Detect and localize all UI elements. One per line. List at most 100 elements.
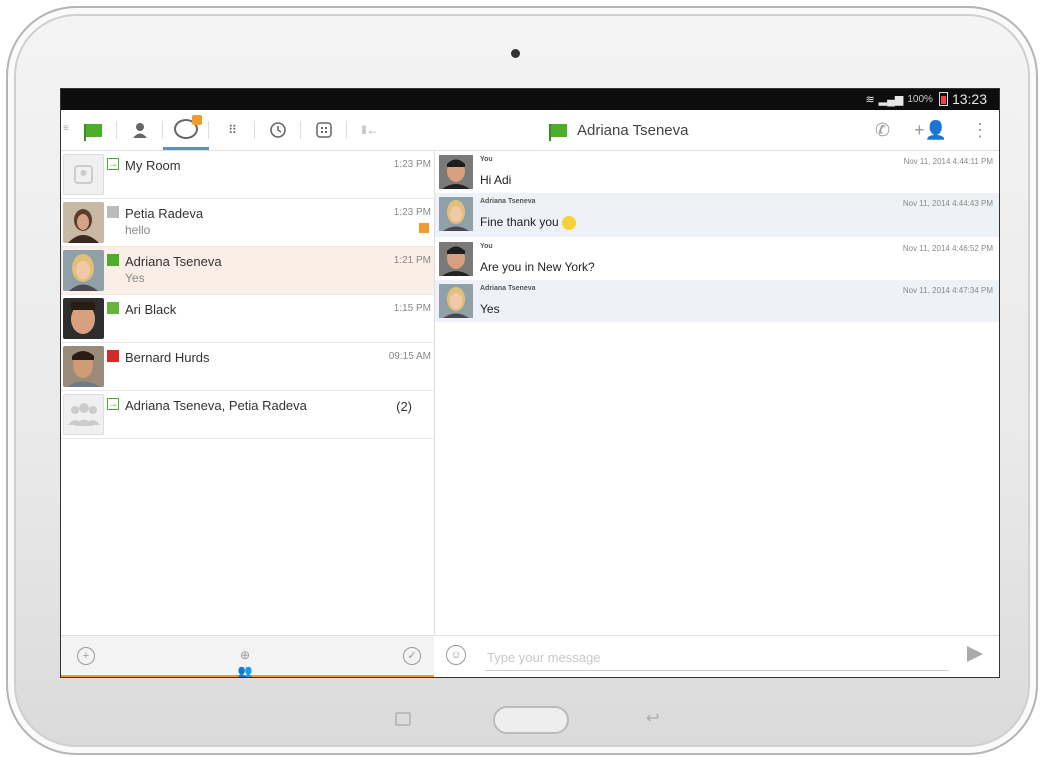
mark-read-icon[interactable]: ✓ <box>403 647 421 665</box>
conversation-preview: Yes <box>125 271 145 285</box>
conversation-name: Adriana Tseneva, Petia Radeva <box>125 398 307 413</box>
app-bar: ≡ ⠿ ‖← Adriana Tseneva ✆ +👤 ⋮ <box>61 110 999 151</box>
presence-flag-icon <box>549 123 567 141</box>
message-row: You Are you in New York? Nov 11, 2014 4:… <box>435 238 999 279</box>
directory-icon <box>316 122 332 138</box>
conversation-bernard-hurds[interactable]: Bernard Hurds 09:15 AM <box>61 343 434 391</box>
conversation-petia-radeva[interactable]: Petia Radeva hello 1:23 PM <box>61 199 434 247</box>
message-sender: You <box>480 156 493 163</box>
home-button[interactable] <box>493 706 569 734</box>
message-row: You Hi Adi Nov 11, 2014 4:44:11 PM <box>435 151 999 192</box>
call-icon[interactable]: ✆ <box>875 120 890 141</box>
enter-room-icon: → <box>107 398 119 410</box>
chat-header: Adriana Tseneva <box>549 110 689 150</box>
conversation-name: Ari Black <box>125 302 177 317</box>
message-text: Hi Adi <box>480 173 512 187</box>
signal-icon: ▂▄▆ <box>878 93 904 106</box>
message-time: Nov 11, 2014 4:44:43 PM <box>902 199 993 208</box>
battery-percent: 100% <box>907 93 933 105</box>
history-icon <box>270 122 286 138</box>
conversation-preview: hello <box>125 223 151 237</box>
recent-apps-icon[interactable] <box>395 712 411 726</box>
green-status-icon <box>107 302 119 314</box>
tab-directory[interactable] <box>301 110 347 150</box>
smiley-emoji-icon <box>562 215 577 230</box>
collapse-icon: ‖← <box>361 123 379 137</box>
camera-icon <box>511 49 520 58</box>
message-time: Nov 11, 2014 4:47:34 PM <box>902 286 993 295</box>
message-sender: You <box>480 243 493 250</box>
tab-collapse[interactable]: ‖← <box>347 110 393 150</box>
wifi-icon: ≋ <box>865 93 875 106</box>
message-sender: Adriana Tseneva <box>480 285 536 292</box>
new-chat-icon[interactable]: + <box>77 647 95 665</box>
conversation-adriana-tseneva[interactable]: Adriana Tseneva Yes 1:21 PM <box>61 247 434 295</box>
message-time: Nov 11, 2014 4:46:52 PM <box>902 244 993 253</box>
chat-contact-name: Adriana Tseneva <box>577 121 689 139</box>
conversation-time: 1:23 PM <box>393 159 431 170</box>
conversation-name: My Room <box>125 158 181 173</box>
room-avatar <box>63 154 104 195</box>
message-text: Yes <box>480 302 500 316</box>
chat-panel: You Hi Adi Nov 11, 2014 4:44:11 PM Adria… <box>435 151 999 635</box>
tab-history[interactable] <box>255 110 301 150</box>
message-row: Adriana Tseneva Yes Nov 11, 2014 4:47:34… <box>435 280 999 322</box>
gray-flag-icon <box>107 206 119 218</box>
avatar <box>63 346 104 387</box>
conversation-time: 1:15 PM <box>393 303 431 314</box>
chat-badge <box>192 114 202 125</box>
clock: 13:23 <box>951 91 987 107</box>
avatar <box>63 250 104 291</box>
conversation-name: Bernard Hurds <box>125 350 210 365</box>
participant-count: (2) <box>396 399 412 414</box>
add-participant-icon[interactable]: +👤 <box>914 120 947 141</box>
conversation-name: Adriana Tseneva <box>125 254 222 269</box>
menu-handle-icon[interactable]: ≡ <box>63 123 69 134</box>
avatar <box>63 298 104 339</box>
conversation-list-footer: + ⊕👥 ✓ <box>61 635 434 677</box>
conversation-group[interactable]: → Adriana Tseneva, Petia Radeva (2) <box>61 391 434 439</box>
add-group-icon[interactable]: ⊕👥 <box>237 647 253 677</box>
dialpad-icon: ⠿ <box>228 123 237 137</box>
message-time: Nov 11, 2014 4:44:11 PM <box>903 157 993 166</box>
message-text: Are you in New York? <box>480 260 595 274</box>
conversation-my-room[interactable]: → My Room 1:23 PM <box>61 151 434 199</box>
avatar <box>63 202 104 243</box>
conversation-name: Petia Radeva <box>125 206 204 221</box>
conversation-time: 09:15 AM <box>388 351 431 362</box>
status-bar: ≋ ▂▄▆ 100% 13:23 <box>61 89 999 110</box>
tab-dialpad[interactable]: ⠿ <box>209 110 255 150</box>
battery-icon <box>938 92 948 106</box>
enter-room-icon: → <box>107 158 119 170</box>
group-avatar <box>63 394 104 435</box>
sender-avatar <box>439 242 473 276</box>
sender-avatar <box>439 197 473 231</box>
red-flag-icon <box>107 350 119 362</box>
back-icon[interactable]: ↩ <box>646 708 659 728</box>
message-sender: Adriana Tseneva <box>480 198 536 205</box>
tab-contacts[interactable] <box>117 110 163 150</box>
sender-avatar <box>439 284 473 318</box>
send-icon[interactable] <box>967 646 983 662</box>
conversation-ari-black[interactable]: Ari Black 1:15 PM <box>61 295 434 343</box>
app-screen: ≋ ▂▄▆ 100% 13:23 ≡ ⠿ ‖← Adriana Tseneva … <box>60 88 1000 678</box>
contacts-icon <box>133 123 147 138</box>
conversation-time: 1:21 PM <box>393 255 431 266</box>
flag-icon <box>84 123 102 141</box>
message-composer: ☺ <box>435 635 999 677</box>
message-row: Adriana Tseneva Fine thank you Nov 11, 2… <box>435 193 999 237</box>
message-text: Fine thank you <box>480 215 559 229</box>
sender-avatar <box>439 155 473 189</box>
main-tabs: ⠿ ‖← <box>71 110 393 150</box>
device-nav-bar: ↩ <box>0 686 1040 746</box>
conversation-list: → My Room 1:23 PM Petia Radeva hello 1:2… <box>61 151 435 635</box>
tab-chat[interactable] <box>163 110 209 150</box>
header-actions: ✆ +👤 ⋮ <box>875 110 989 150</box>
emoji-picker-icon[interactable]: ☺ <box>446 645 466 665</box>
tab-status[interactable] <box>71 110 117 150</box>
overflow-menu-icon[interactable]: ⋮ <box>971 120 989 141</box>
message-input[interactable] <box>485 644 949 671</box>
green-flag-icon <box>107 254 119 266</box>
unread-badge <box>419 223 429 233</box>
chat-icon <box>174 114 202 139</box>
